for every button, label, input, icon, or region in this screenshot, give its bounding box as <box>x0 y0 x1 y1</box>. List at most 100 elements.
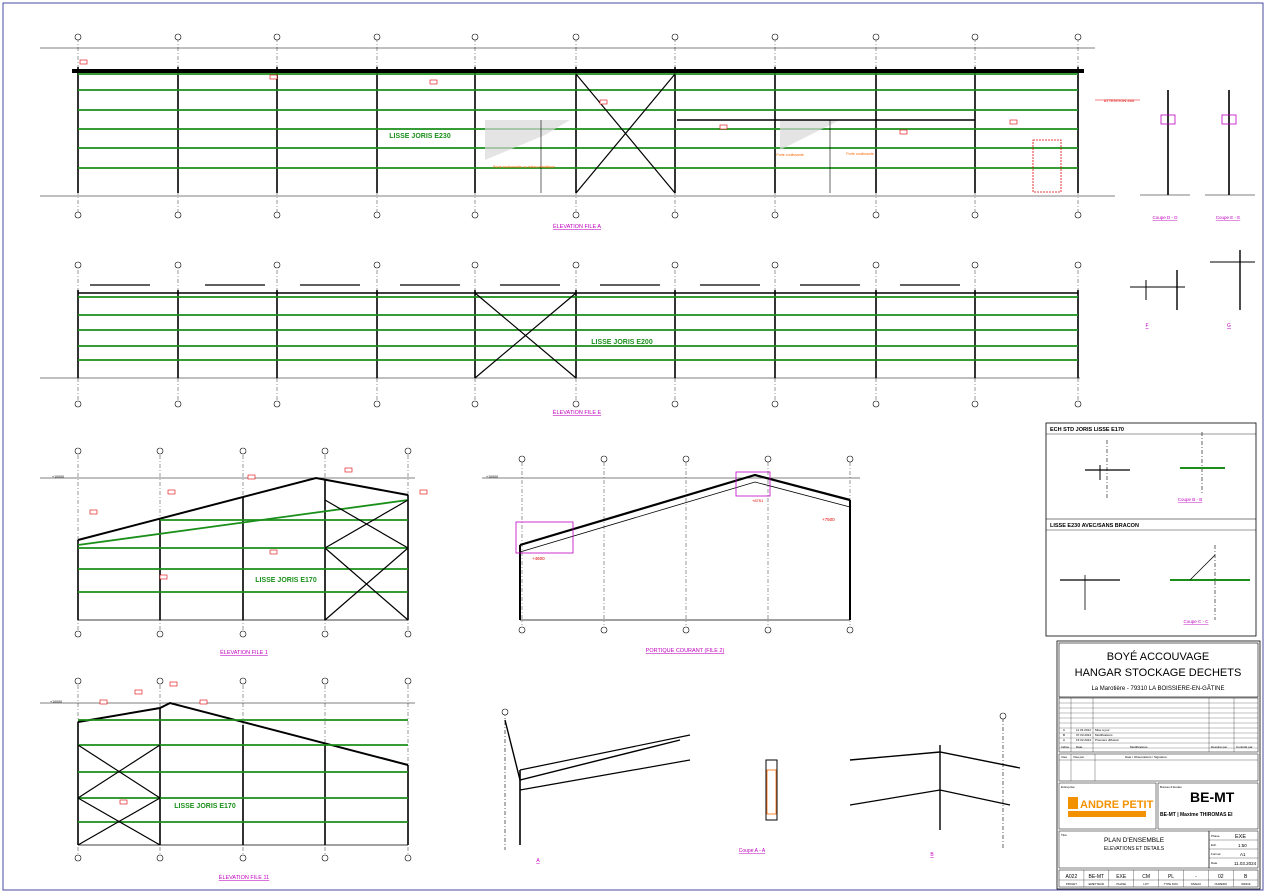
code-value: EXE <box>1116 874 1127 880</box>
level-file-1: +10000 <box>52 475 64 479</box>
tb-rev-c-modif: Mise à jour <box>1095 728 1110 732</box>
axis-bubble-bottom <box>74 400 82 408</box>
axis-bubble-bottom <box>771 400 779 408</box>
axis-bubble-top <box>321 677 329 685</box>
panel-coupe-cc: Coupe C - C <box>1183 619 1209 624</box>
tb-project: HANGAR STOCKAGE DECHETS <box>1075 667 1242 679</box>
tb-rev-header-controle: Contrôlé par <box>1236 745 1253 749</box>
axis-bubble-top <box>373 33 381 41</box>
axis-bubble-top <box>671 261 679 269</box>
axis-bubble-bottom <box>404 630 412 638</box>
tb-echelle: 1:50 <box>1238 843 1247 848</box>
mark-tag <box>429 79 438 85</box>
axis-bubble-bottom <box>771 211 779 219</box>
tb-rev-a-ind: A <box>1063 738 1065 742</box>
axis-bubble-top <box>846 455 854 463</box>
lisse-label-file-1: LISSE JORIS E170 <box>255 577 317 584</box>
porte-sectionnelle-label: Porte sectionnelle ou rideau métallique <box>493 165 555 169</box>
tb-visa-date-obs: Date / Observations / Signature <box>1125 755 1167 759</box>
axis-bubble <box>501 708 509 716</box>
title-detail-f: F <box>1145 323 1148 329</box>
level-portique-left: +4600 <box>532 556 545 561</box>
axis-bubble-bottom <box>239 854 247 862</box>
axis-bubble-top <box>1074 33 1082 41</box>
title-coupe-aa: Coupe A - A <box>739 848 766 854</box>
code-value: BE-MT <box>1089 874 1105 880</box>
tb-bet-label: Bureau d'études <box>1160 785 1182 789</box>
axis-bubble-bottom <box>174 400 182 408</box>
axis-bubble-bottom <box>74 630 82 638</box>
axis-bubble-bottom <box>764 626 772 634</box>
code-header: PROJET <box>1066 882 1077 886</box>
axis-bubble-top <box>74 447 82 455</box>
axis-bubble-bottom <box>273 400 281 408</box>
mark-tag <box>599 99 608 105</box>
title-file-1: ÉLEVATION FILE 1 <box>220 649 268 656</box>
title-coupe-dd: Coupe D - D <box>1152 215 1178 220</box>
axis-bubble-top <box>404 447 412 455</box>
axis-bubble-bottom <box>572 400 580 408</box>
axis-bubble-top <box>156 447 164 455</box>
axis-bubble-top <box>1074 261 1082 269</box>
andre-petit-logo: ANDRE PETIT <box>1068 797 1154 817</box>
mark-tag <box>269 549 278 555</box>
axis-bubble-bottom <box>156 854 164 862</box>
axis-bubble-bottom <box>373 400 381 408</box>
axis-bubble-top <box>682 455 690 463</box>
mark-tag <box>119 799 128 805</box>
mark-tag <box>159 574 168 580</box>
tb-rev-a-date: 15.02.2024 <box>1076 738 1091 742</box>
level-portique-top: +8751 <box>752 498 764 503</box>
axis-bubble-top <box>971 33 979 41</box>
axis-bubble-top <box>771 33 779 41</box>
tb-format: A1 <box>1240 852 1246 857</box>
axis-bubble-bottom <box>1074 211 1082 219</box>
axis-bubble-top <box>518 455 526 463</box>
axis-bubble-top <box>174 261 182 269</box>
code-header: INDICE <box>1241 882 1251 886</box>
code-header: TYPE DOC <box>1164 882 1178 886</box>
axis-bubble-bottom <box>239 630 247 638</box>
tb-phase: EXE <box>1235 834 1246 840</box>
tb-drawing-title: PLAN D'ENSEMBLE <box>1104 837 1165 844</box>
tb-drawing-subtitle: ELEVATIONS ET DETAILS <box>1104 846 1165 852</box>
mark-tag <box>169 681 178 687</box>
axis-bubble-bottom <box>971 400 979 408</box>
title-file-e: ÉLEVATION FILE E <box>553 409 602 416</box>
axis-bubble-top <box>764 455 772 463</box>
tb-rev-b-date: 07.03.2024 <box>1076 733 1091 737</box>
code-header: EMETTEUR <box>1089 882 1104 886</box>
mark-tag <box>899 129 908 135</box>
axis-bubble-top <box>273 261 281 269</box>
tb-rev-a-modif: Première diffusion <box>1095 738 1119 742</box>
title-file-a: ÉLEVATION FILE A <box>553 223 601 230</box>
axis-bubble-bottom <box>74 854 82 862</box>
axis-bubble-top <box>572 261 580 269</box>
tb-rev-header-ind: Indice <box>1061 745 1069 749</box>
mark-tag <box>79 59 88 65</box>
tb-rev-b-modif: Modifications <box>1095 733 1113 737</box>
tb-date-label: Date <box>1211 861 1218 865</box>
tb-rev-b-ind: B <box>1063 733 1065 737</box>
axis-bubble-bottom <box>671 400 679 408</box>
panel-title-lisse-e230: LISSE E230 AVEC/SANS BRACON <box>1050 523 1139 529</box>
code-value: A022 <box>1066 874 1078 880</box>
porte-coulissante-label-1: Porte coulissante <box>776 153 804 157</box>
tb-entreprise-label: Entreprise <box>1061 785 1075 789</box>
tb-bet-logo: BE-MT <box>1190 789 1235 805</box>
axis-bubble-top <box>239 447 247 455</box>
axis-bubble-top <box>971 261 979 269</box>
tb-visa: Visa <box>1061 755 1067 759</box>
andre-petit-logo-mark <box>1068 797 1078 809</box>
axis-bubble-bottom <box>321 630 329 638</box>
axis-bubble-bottom <box>321 854 329 862</box>
axis-bubble-bottom <box>872 211 880 219</box>
title-portique: PORTIQUE COURANT (FILE 2) <box>646 648 725 654</box>
code-header: NUMERO <box>1215 882 1228 886</box>
axis-bubble-bottom <box>682 626 690 634</box>
axis-bubble-top <box>671 33 679 41</box>
axis-bubble-top <box>74 261 82 269</box>
mark-tag <box>134 689 143 695</box>
code-value: CM <box>1142 874 1150 880</box>
axis-bubble-top <box>74 677 82 685</box>
